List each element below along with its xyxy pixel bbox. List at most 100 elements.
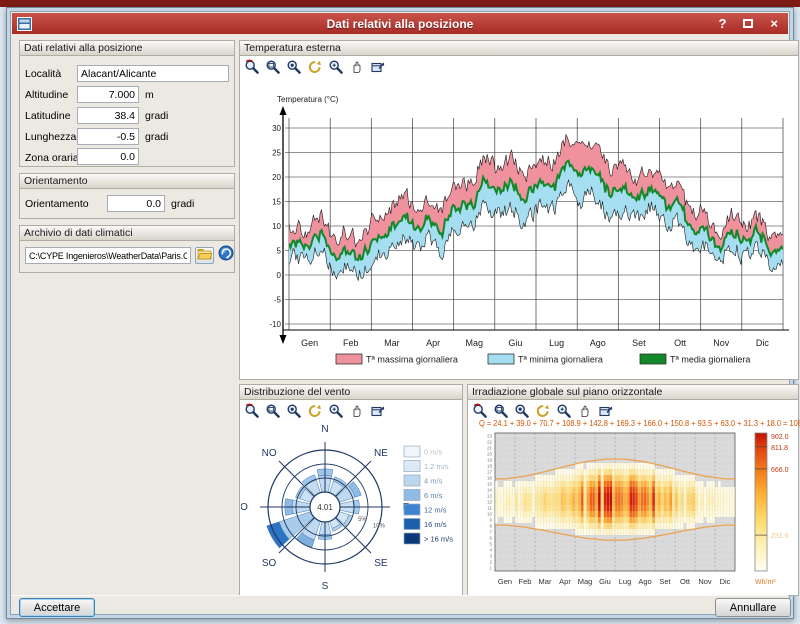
svg-text:811.8: 811.8: [771, 445, 788, 452]
svg-text:1.2 m/s: 1.2 m/s: [424, 462, 449, 471]
svg-text:12 m/s: 12 m/s: [424, 506, 447, 515]
zoom-dynamic-icon[interactable]: [327, 402, 345, 420]
svg-text:Mag: Mag: [466, 338, 484, 348]
weather-library-button[interactable]: [218, 247, 234, 263]
pan-icon[interactable]: [576, 402, 594, 420]
redraw-icon[interactable]: [306, 402, 324, 420]
svg-text:Ott: Ott: [674, 338, 687, 348]
longitude-input[interactable]: [77, 128, 139, 145]
svg-text:5%: 5%: [358, 517, 367, 523]
weather-file-path-input[interactable]: [25, 247, 191, 264]
svg-text:Gen: Gen: [301, 338, 318, 348]
svg-text:5: 5: [277, 247, 282, 256]
zoom-previous-icon[interactable]: [243, 402, 261, 420]
svg-text:Wh/m²: Wh/m²: [755, 579, 776, 586]
zoom-previous-icon[interactable]: [471, 402, 489, 420]
orientation-unit: gradi: [171, 198, 194, 210]
svg-text:Gen: Gen: [498, 577, 512, 586]
export-icon[interactable]: [597, 402, 615, 420]
svg-text:NE: NE: [374, 448, 388, 459]
svg-text:S: S: [322, 581, 329, 592]
irradiation-formula: Q = 24.1 + 39.0 + 70.7 + 108.9 + 142.8 +…: [479, 419, 775, 428]
blue-globe-icon: [218, 245, 234, 266]
svg-text:666.0: 666.0: [771, 467, 789, 474]
redraw-icon[interactable]: [534, 402, 552, 420]
export-icon[interactable]: [369, 58, 387, 76]
svg-text:Set: Set: [632, 338, 646, 348]
group-position-header: Dati relativi alla posizione: [20, 41, 234, 56]
irradiation-toolbar: [469, 401, 669, 421]
svg-text:Ott: Ott: [680, 577, 691, 586]
timezone-input[interactable]: [77, 148, 139, 165]
svg-text:22: 22: [487, 440, 493, 445]
svg-text:Temperatura (°C): Temperatura (°C): [277, 95, 339, 104]
zoom-extents-icon[interactable]: [513, 402, 531, 420]
dialog-body: Dati relativi alla posizione ? × Dati re…: [10, 11, 790, 615]
svg-text:Tª minima giornaliera: Tª minima giornaliera: [518, 355, 603, 365]
window-titlebar[interactable]: Dati relativi alla posizione ? ×: [12, 13, 788, 34]
svg-text:Feb: Feb: [343, 338, 359, 348]
longitude-unit: gradi: [145, 131, 168, 143]
temperature-toolbar: [241, 57, 441, 77]
maximize-button[interactable]: [743, 17, 753, 30]
svg-text:25: 25: [272, 149, 281, 158]
pan-icon[interactable]: [348, 58, 366, 76]
maximize-icon: [743, 19, 753, 28]
svg-text:0 m/s: 0 m/s: [424, 448, 443, 457]
svg-text:10%: 10%: [373, 523, 386, 529]
temperature-chart[interactable]: Temperatura (°C)302520151050-5-10GenFebM…: [241, 78, 797, 378]
orientation-label: Orientamento: [25, 198, 89, 210]
svg-text:20: 20: [487, 452, 493, 457]
latitude-input[interactable]: [77, 107, 139, 124]
zoom-dynamic-icon[interactable]: [555, 402, 573, 420]
locality-input[interactable]: [77, 65, 229, 82]
close-button[interactable]: ×: [770, 17, 778, 30]
group-temperature-header: Temperatura esterna: [240, 41, 798, 56]
export-icon[interactable]: [369, 402, 387, 420]
accept-button[interactable]: Accettare: [19, 598, 95, 617]
svg-text:231.6: 231.6: [771, 533, 789, 540]
zoom-window-icon[interactable]: [264, 402, 282, 420]
locality-label: Località: [25, 68, 61, 80]
altitude-input[interactable]: [77, 86, 139, 103]
svg-text:Mag: Mag: [578, 577, 593, 586]
redraw-icon[interactable]: [306, 58, 324, 76]
svg-text:13: 13: [487, 494, 493, 499]
svg-text:15: 15: [272, 198, 281, 207]
svg-text:30: 30: [272, 124, 281, 133]
orientation-input[interactable]: [107, 195, 165, 212]
zoom-dynamic-icon[interactable]: [327, 58, 345, 76]
zoom-extents-icon[interactable]: [285, 58, 303, 76]
wind-rose-chart[interactable]: 4.01NNEESESSOONO5%10%0 m/s1.2 m/s4 m/s6 …: [241, 420, 461, 594]
svg-text:17: 17: [487, 470, 493, 475]
svg-text:902.0: 902.0: [771, 434, 789, 441]
svg-text:Ago: Ago: [590, 338, 606, 348]
svg-text:14: 14: [487, 488, 493, 493]
svg-text:Giu: Giu: [599, 577, 611, 586]
group-wind-header: Distribuzione del vento: [240, 385, 462, 400]
svg-text:Giu: Giu: [508, 338, 522, 348]
svg-text:Dic: Dic: [756, 338, 769, 348]
help-button[interactable]: ?: [718, 17, 726, 30]
svg-text:Mar: Mar: [384, 338, 400, 348]
svg-text:16: 16: [487, 476, 493, 481]
zoom-previous-icon[interactable]: [243, 58, 261, 76]
svg-text:Apr: Apr: [559, 577, 571, 586]
svg-text:0: 0: [277, 271, 282, 280]
folder-icon: [197, 247, 212, 265]
irradiation-heatmap[interactable]: 2322212019181716151413121110987654321Gen…: [469, 429, 797, 594]
window-title: Dati relativi alla posizione: [12, 17, 788, 31]
svg-text:SO: SO: [262, 558, 277, 569]
svg-text:18: 18: [487, 464, 493, 469]
zoom-window-icon[interactable]: [264, 58, 282, 76]
zoom-extents-icon[interactable]: [285, 402, 303, 420]
cancel-button[interactable]: Annullare: [715, 598, 791, 617]
zoom-window-icon[interactable]: [492, 402, 510, 420]
svg-text:-5: -5: [274, 296, 282, 305]
svg-text:11: 11: [487, 506, 492, 511]
svg-text:SE: SE: [374, 558, 388, 569]
pan-icon[interactable]: [348, 402, 366, 420]
browse-folder-button[interactable]: [195, 247, 214, 264]
svg-text:15: 15: [487, 482, 493, 487]
altitude-label: Altitudine: [25, 89, 68, 101]
